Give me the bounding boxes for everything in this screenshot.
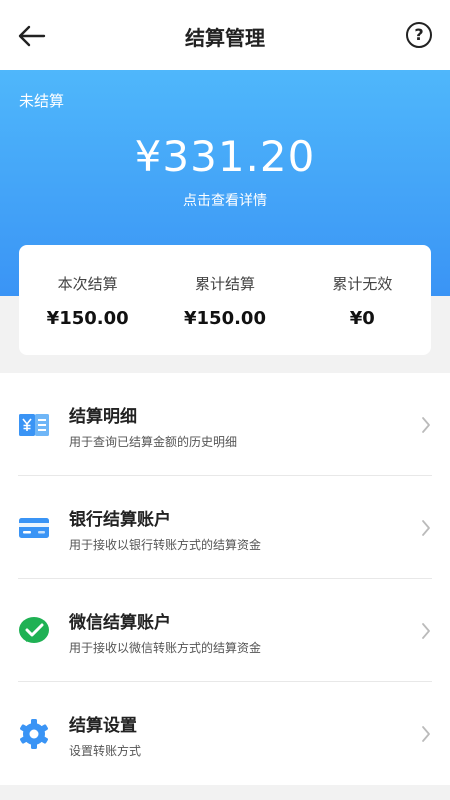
summary-value: ¥0: [349, 308, 375, 329]
top-bar: 结算管理 ?: [0, 0, 450, 70]
summary-label: 累计无效: [332, 275, 393, 293]
menu-item-settlement-settings[interactable]: 结算设置 设置转账方式: [0, 682, 450, 785]
summary-current: 本次结算 ¥150.00: [19, 245, 156, 355]
menu-item-title: 结算设置: [69, 716, 137, 736]
menu-item-settlement-details[interactable]: 结算明细 用于查询已结算金额的历史明细: [0, 373, 450, 476]
wechat-icon: [19, 617, 49, 643]
menu-item-bank-account[interactable]: 银行结算账户 用于接收以银行转账方式的结算资金: [0, 476, 450, 579]
menu-item-description: 设置转账方式: [69, 744, 142, 758]
menu-item-title: 银行结算账户: [69, 510, 171, 530]
menu-item-title: 结算明细: [69, 407, 137, 427]
settlement-menu: 结算明细 用于查询已结算金额的历史明细 银行结算账户 用于接收以银行转账方式的结…: [0, 373, 450, 785]
summary-card: 本次结算 ¥150.00 累计结算 ¥150.00 累计无效 ¥0: [19, 245, 431, 355]
chevron-right-icon: [422, 417, 430, 433]
gear-icon: [20, 719, 48, 749]
chevron-right-icon: [422, 623, 430, 639]
menu-item-description: 用于接收以银行转账方式的结算资金: [69, 538, 262, 552]
view-details-link[interactable]: 点击查看详情: [0, 190, 450, 210]
summary-total-invalid: 累计无效 ¥0: [294, 245, 431, 355]
bank-card-icon: [19, 518, 49, 538]
help-button[interactable]: ?: [406, 22, 432, 48]
summary-total-settled: 累计结算 ¥150.00: [156, 245, 293, 355]
unsettled-amount: ¥331.20: [134, 132, 316, 181]
chevron-right-icon: [422, 726, 430, 742]
summary-label: 本次结算: [57, 275, 118, 293]
menu-item-description: 用于接收以微信转账方式的结算资金: [69, 641, 262, 655]
summary-value: ¥150.00: [184, 308, 266, 329]
unsettled-label: 未结算: [19, 92, 65, 110]
receipt-yen-icon: [19, 414, 49, 436]
page-title: 结算管理: [185, 26, 265, 50]
summary-value: ¥150.00: [46, 308, 129, 329]
summary-label: 累计结算: [194, 275, 255, 293]
menu-item-wechat-account[interactable]: 微信结算账户 用于接收以微信转账方式的结算资金: [0, 579, 450, 682]
chevron-right-icon: [422, 520, 430, 536]
menu-item-description: 用于查询已结算金额的历史明细: [69, 435, 238, 449]
menu-item-title: 微信结算账户: [69, 613, 171, 633]
